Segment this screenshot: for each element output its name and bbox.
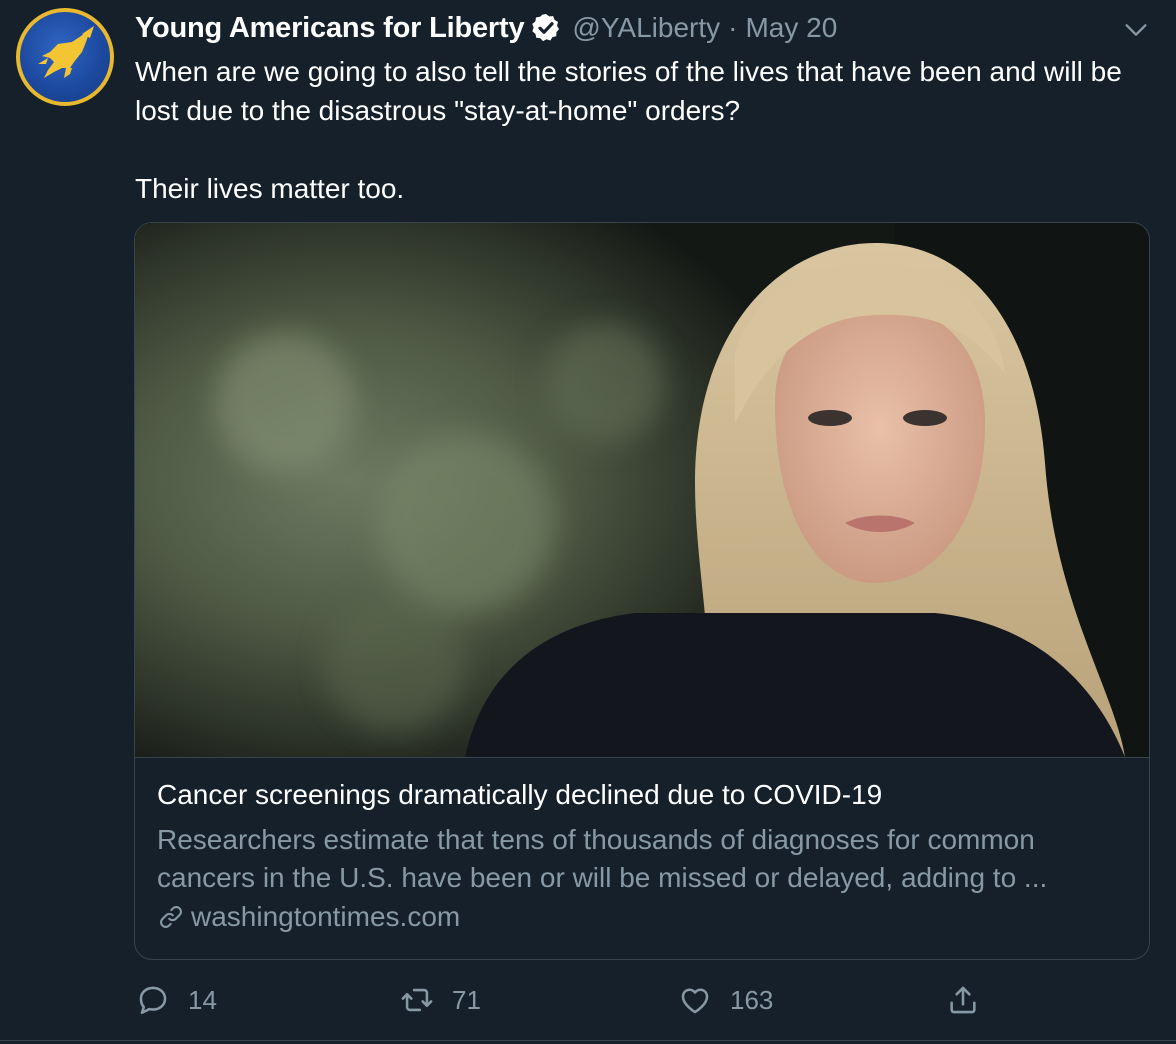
tweet-text: When are we going to also tell the stori… (135, 52, 1145, 208)
card-domain[interactable]: washingtontimes.com (157, 901, 460, 933)
reply-button[interactable]: 14 (136, 980, 217, 1020)
display-name[interactable]: Young Americans for Liberty (135, 12, 525, 45)
eagle-logo (38, 26, 94, 78)
verified-badge-icon (532, 14, 560, 42)
card-image (135, 223, 1149, 757)
tweet[interactable]: Young Americans for Liberty @YALiberty ·… (0, 0, 1176, 1044)
tweet-header: Young Americans for Liberty @YALiberty ·… (135, 8, 837, 48)
card-divider (135, 757, 1149, 758)
card-domain-text: washingtontimes.com (191, 901, 461, 932)
reply-count: 14 (188, 984, 217, 1015)
chevron-down-icon[interactable] (1122, 16, 1150, 44)
tweet-date[interactable]: May 20 (745, 12, 837, 44)
share-icon (950, 986, 976, 1014)
reply-icon (139, 986, 167, 1015)
like-button[interactable]: 163 (678, 980, 773, 1020)
retweet-button[interactable]: 71 (400, 980, 481, 1020)
share-button[interactable] (946, 980, 998, 1020)
link-icon (160, 906, 182, 928)
card-title[interactable]: Cancer screenings dramatically declined … (157, 779, 882, 811)
avatar[interactable] (16, 8, 114, 106)
tweet-text-paragraph: When are we going to also tell the stori… (135, 56, 1122, 126)
card-description: Researchers estimate that tens of thousa… (157, 824, 1048, 893)
heart-icon (681, 988, 709, 1014)
handle[interactable]: @YALiberty (572, 12, 720, 44)
link-card[interactable]: Cancer screenings dramatically declined … (134, 222, 1150, 960)
tweet-divider (0, 1040, 1176, 1041)
retweet-count: 71 (452, 984, 481, 1015)
like-count: 163 (730, 984, 774, 1015)
tweet-actions: 14 71 163 (134, 980, 1150, 1020)
tweet-text-paragraph: Their lives matter too. (135, 173, 405, 204)
retweet-icon (401, 988, 433, 1012)
separator-dot: · (728, 12, 738, 43)
